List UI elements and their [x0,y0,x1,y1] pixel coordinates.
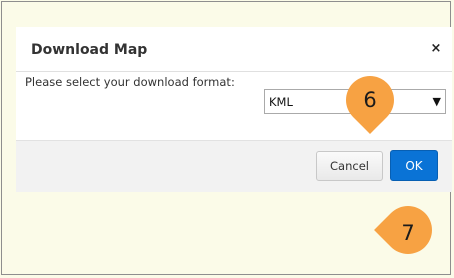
close-icon[interactable]: × [429,41,443,57]
ok-button[interactable]: OK [390,150,438,181]
dropdown-arrow-icon: ▼ [432,95,441,108]
cancel-button[interactable]: Cancel [316,151,383,181]
format-label: Please select your download format: [25,75,235,89]
callout-number-7: 7 [401,221,415,245]
dialog-footer: Cancel OK [16,140,452,192]
format-select-value: KML [269,95,293,109]
callout-number-6: 6 [363,88,377,112]
dialog-title: Download Map [31,42,148,58]
dialog-header: Download Map × [16,27,452,72]
